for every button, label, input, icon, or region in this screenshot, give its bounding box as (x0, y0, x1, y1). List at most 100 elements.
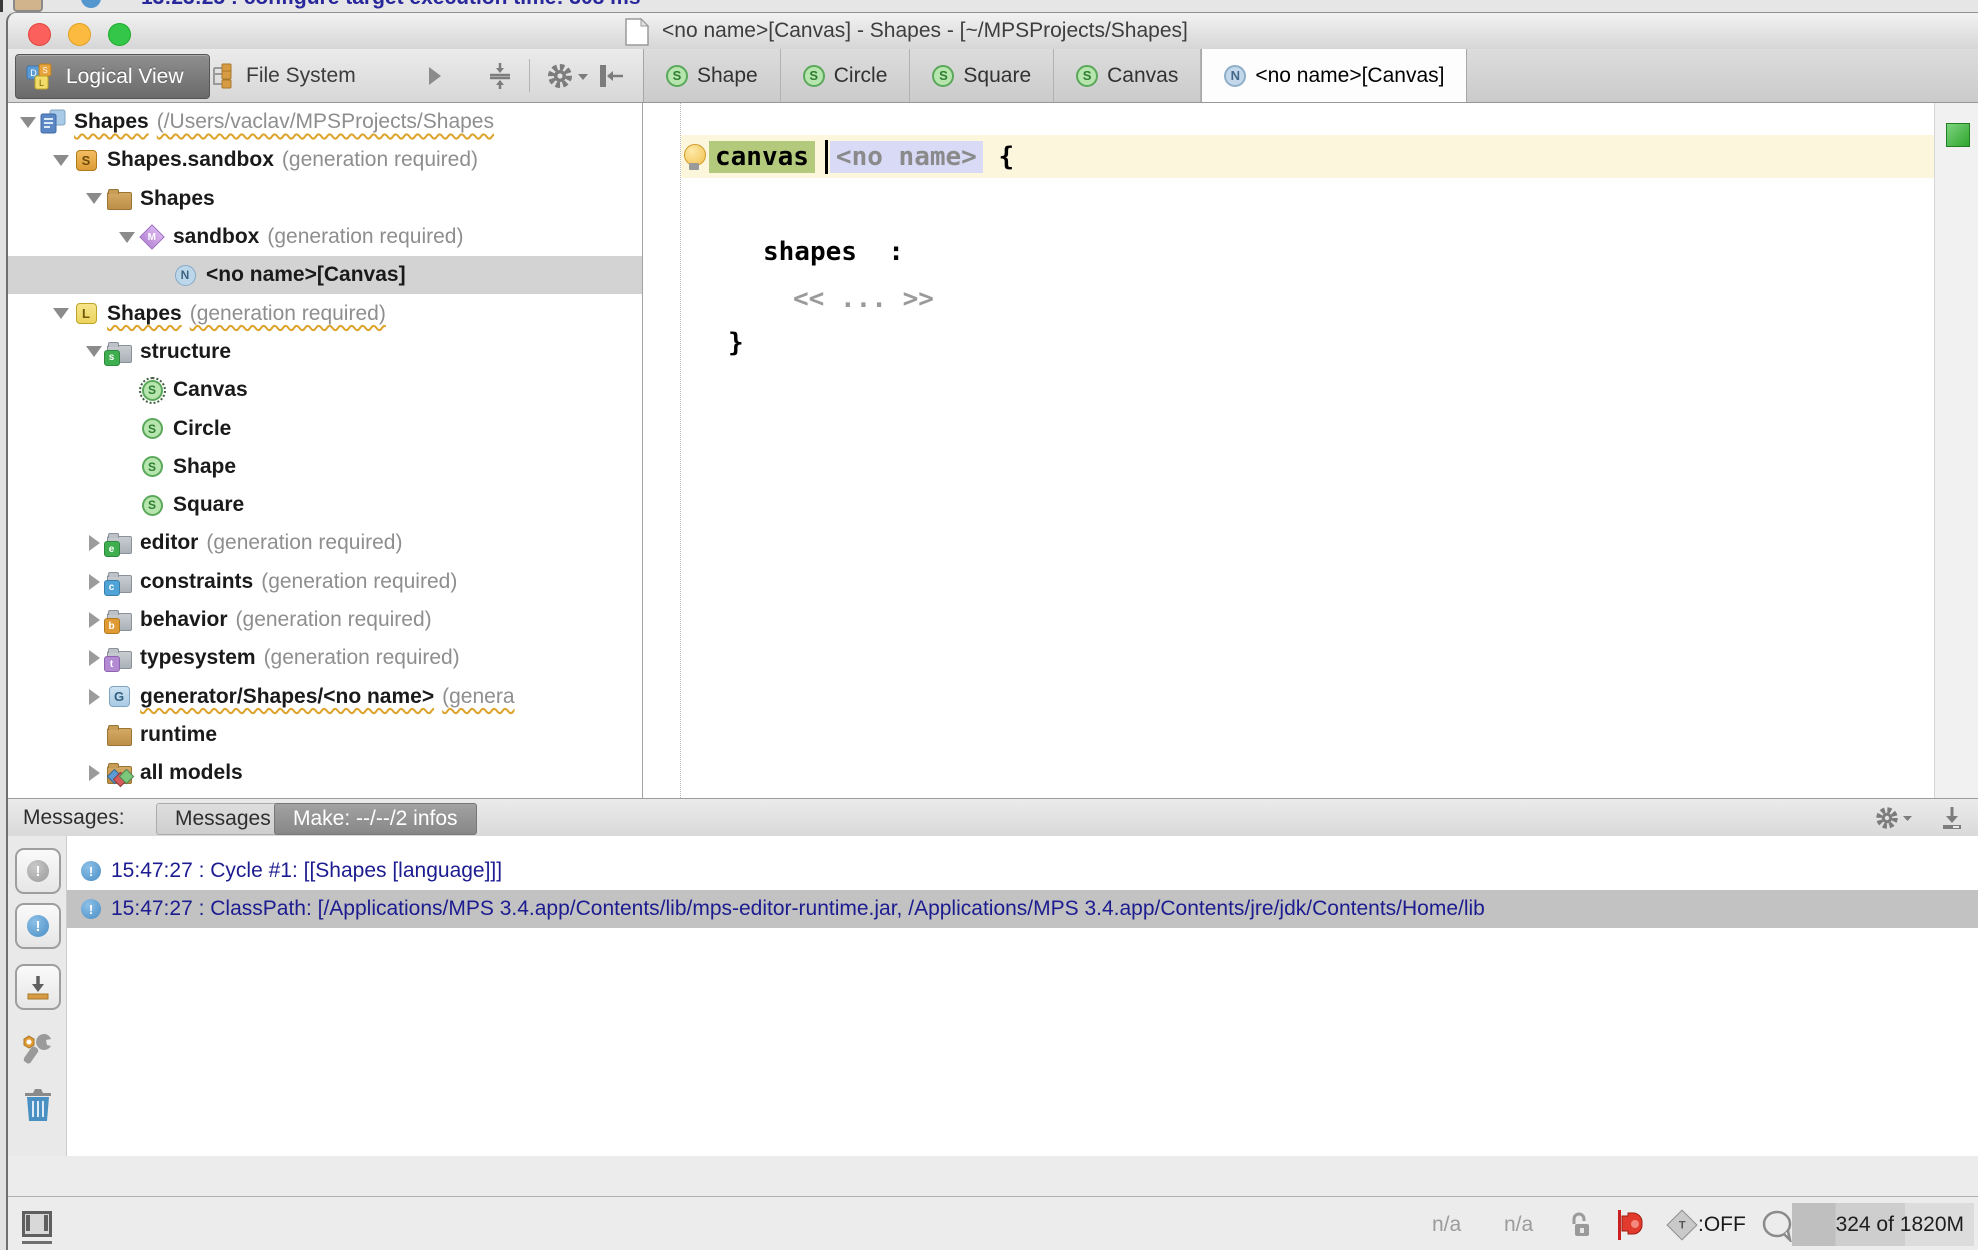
concept-icon: S (1076, 64, 1099, 87)
tree-item-name: Circle (173, 416, 232, 440)
toggle-toolwindow-buttons-icon[interactable] (22, 1211, 52, 1237)
tree-row-concept-canvas[interactable]: S Canvas (8, 371, 642, 409)
expander-open-icon[interactable] (82, 346, 106, 358)
filter-errors-button[interactable]: ! (15, 848, 61, 894)
expander-closed-icon[interactable] (82, 650, 106, 667)
editor-tab-label: Shape (697, 63, 758, 87)
tree-row-all-models[interactable]: all models (8, 754, 642, 792)
tree-item-suffix: (genera (442, 684, 515, 708)
autoscroll-to-end-button[interactable] (15, 964, 61, 1010)
editor-line-placeholder[interactable]: << ... >> (793, 277, 1935, 320)
no-errors-indicator[interactable] (1946, 123, 1970, 147)
tree-row-no-name-canvas[interactable]: N <no name>[Canvas] (8, 256, 642, 295)
tree-row-shapes-language[interactable]: L Shapes (generation required) (8, 294, 642, 332)
tab-make[interactable]: Make: --/--/2 infos (274, 803, 477, 835)
status-bar: n/a n/a T :OFF 324 of 1820M (8, 1196, 1978, 1250)
export-to-file-icon[interactable] (1938, 805, 1966, 831)
expander-closed-icon[interactable] (82, 573, 106, 590)
intention-lightbulb-icon[interactable] (683, 143, 706, 170)
tree-row-project-shapes[interactable]: Shapes (/Users/vaclav/MPSProjects/Shapes (8, 103, 642, 141)
tree-row-editor-aspect[interactable]: e editor (generation required) (8, 524, 642, 562)
close-brace: } (728, 327, 744, 358)
filter-info-button[interactable]: ! (15, 903, 61, 949)
tree-row-shapes-sandbox[interactable]: S Shapes.sandbox (generation required) (8, 141, 642, 179)
tree-row-structure[interactable]: s structure (8, 333, 642, 371)
editor-tab-shape[interactable]: S Shape (644, 49, 781, 102)
background-window-strip: 13:23:25 : configure target execution ti… (0, 0, 1978, 12)
node-editor[interactable]: canvas <no name> { shapes : << ... >> } (643, 103, 1935, 798)
event-log-balloon-icon[interactable] (1760, 1210, 1796, 1242)
toolbar-row: D S L Logical View File System S Shape S… (8, 49, 1978, 103)
typesystem-aspect-icon: t (103, 646, 132, 673)
expander-open-icon[interactable] (49, 154, 73, 166)
tree-row-sandbox-model[interactable]: M sandbox (generation required) (8, 218, 642, 256)
expander-open-icon[interactable] (16, 116, 40, 128)
expander-open-icon[interactable] (82, 193, 106, 205)
tree-row-concept-shape[interactable]: S Shape (8, 448, 642, 486)
typesystem-diamond-icon[interactable]: T (1666, 1209, 1698, 1241)
close-window-button[interactable] (28, 23, 51, 46)
concept-icon: S (139, 455, 165, 479)
tree-item-name: all models (140, 761, 243, 785)
editor-line-shapes[interactable]: shapes : (763, 230, 1935, 273)
behavior-aspect-icon: b (103, 608, 132, 634)
hide-tool-window-icon[interactable] (596, 62, 624, 90)
canvas-keyword-cell[interactable]: canvas (709, 140, 815, 173)
svg-text:L: L (39, 78, 44, 88)
editor-tab-square[interactable]: S Square (910, 49, 1055, 102)
name-cell[interactable]: <no name> (829, 140, 983, 173)
messages-gear-icon[interactable] (1874, 805, 1914, 831)
message-row-cycle[interactable]: ! 15:47:27 : Cycle #1: [[Shapes [languag… (67, 852, 1978, 890)
message-row-classpath[interactable]: ! 15:47:27 : ClassPath: [/Applications/M… (67, 890, 1978, 928)
tree-row-shapes-folder[interactable]: Shapes (8, 180, 642, 218)
editor-tab-no-name-canvas[interactable]: N <no name>[Canvas] (1201, 49, 1468, 102)
title-bar[interactable]: <no name>[Canvas] - Shapes - [~/MPSProje… (8, 13, 1978, 50)
background-log-text: 13:23:25 : configure target execution ti… (141, 0, 641, 10)
error-stripe[interactable] (1934, 103, 1978, 798)
tab-logical-view[interactable]: D S L Logical View (15, 54, 210, 99)
typesystem-toggle-label[interactable]: :OFF (1698, 1197, 1746, 1250)
expander-closed-icon[interactable] (82, 535, 106, 552)
model-icon: M (139, 224, 165, 250)
tree-row-typesystem-aspect[interactable]: t typesystem (generation required) (8, 639, 642, 677)
tree-item-suffix: (generation required) (235, 608, 432, 631)
zoom-window-button[interactable] (108, 23, 131, 46)
empty-collection-cell[interactable]: << ... >> (793, 284, 934, 314)
clear-all-trash-icon[interactable] (17, 1084, 59, 1126)
project-tree: Shapes (/Users/vaclav/MPSProjects/Shapes … (8, 103, 643, 798)
tree-row-constraints-aspect[interactable]: c constraints (generation required) (8, 563, 642, 601)
background-button-icon (13, 0, 43, 12)
tree-item-name: sandbox (173, 225, 260, 249)
editor-tab-canvas[interactable]: S Canvas (1054, 49, 1202, 102)
expander-closed-icon[interactable] (82, 612, 106, 628)
minimize-window-button[interactable] (68, 23, 91, 46)
editor-line-canvas[interactable]: canvas <no name> { (681, 135, 1935, 178)
collapse-all-icon[interactable] (486, 62, 514, 90)
tree-item-suffix: (generation required) (263, 646, 460, 670)
expander-open-icon[interactable] (49, 308, 73, 320)
tree-row-runtime[interactable]: runtime (8, 716, 642, 754)
tree-row-concept-circle[interactable]: S Circle (8, 409, 642, 447)
red-indicator-icon[interactable] (1613, 1208, 1649, 1242)
concept-icon: S (139, 417, 165, 441)
tree-row-behavior-aspect[interactable]: b behavior (generation required) (8, 601, 642, 639)
tree-row-generator[interactable]: G generator/Shapes/<no name> (genera (8, 677, 642, 715)
editor-tab-circle[interactable]: S Circle (781, 49, 911, 102)
tree-item-name: behavior (140, 608, 228, 631)
expander-closed-icon[interactable] (82, 688, 106, 705)
expand-node-icon[interactable] (420, 62, 448, 90)
gear-settings-icon[interactable] (546, 62, 590, 90)
tab-messages[interactable]: Messages (156, 803, 290, 835)
encoding-indicator[interactable]: n/a (1504, 1197, 1533, 1250)
tree-item-path: (/Users/vaclav/MPSProjects/Shapes (156, 110, 494, 134)
expander-closed-icon[interactable] (82, 765, 106, 782)
expander-open-icon[interactable] (115, 231, 139, 243)
node-icon: N (1224, 64, 1247, 87)
generator-icon: G (106, 685, 132, 709)
tab-file-system[interactable]: File System (208, 54, 398, 97)
write-access-lock-icon[interactable] (1568, 1211, 1592, 1239)
caret-position-indicator[interactable]: n/a (1432, 1197, 1461, 1250)
tree-row-concept-square[interactable]: S Square (8, 486, 642, 524)
settings-wrench-icon[interactable] (17, 1028, 59, 1070)
memory-indicator[interactable]: 324 of 1820M (1792, 1203, 1974, 1246)
